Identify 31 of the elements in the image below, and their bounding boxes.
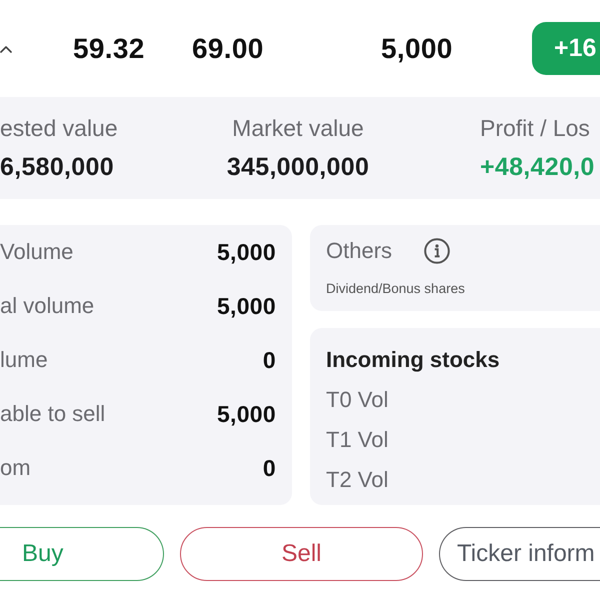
table-cell: 59.32 bbox=[73, 32, 145, 66]
stat-value: 345,000,000 bbox=[226, 153, 370, 181]
field-value: 5,000 bbox=[216, 238, 276, 266]
field-value: 5,000 bbox=[216, 400, 276, 428]
info-button[interactable]: Ticker inform bbox=[439, 527, 600, 581]
stat-label: ested value bbox=[0, 115, 118, 141]
stat-value: 6,580,000 bbox=[0, 153, 114, 181]
field-label: om bbox=[0, 455, 31, 481]
buy-button[interactable]: Buy bbox=[0, 527, 164, 581]
field-label: able to sell bbox=[0, 401, 106, 427]
card-title: Incoming stocks bbox=[326, 346, 500, 374]
field-label: T1 Vol bbox=[326, 426, 388, 454]
field-value: 5,000 bbox=[216, 292, 276, 320]
info-icon[interactable] bbox=[424, 238, 450, 264]
card-title: Others bbox=[326, 238, 392, 264]
field-label: Volume bbox=[0, 239, 74, 265]
stat-label: Market value bbox=[232, 115, 364, 141]
field-label: al volume bbox=[0, 293, 94, 319]
table-cell: 69.00 bbox=[192, 32, 264, 66]
field-label: T2 Vol bbox=[326, 466, 388, 494]
sell-button[interactable]: Sell bbox=[180, 527, 423, 581]
card-subtitle: Dividend/Bonus shares bbox=[326, 281, 465, 297]
stat-label: Profit / Los bbox=[480, 115, 590, 141]
field-label: T0 Vol bbox=[326, 386, 388, 414]
field-value: 0 bbox=[262, 454, 276, 482]
field-value: 0 bbox=[262, 346, 276, 374]
field-label: lume bbox=[0, 347, 48, 373]
stat-value: +48,420,0 bbox=[480, 153, 595, 181]
change-badge: +16 bbox=[532, 22, 600, 75]
table-cell: 5,000 bbox=[381, 32, 453, 66]
chevron-up-icon[interactable] bbox=[0, 44, 12, 52]
